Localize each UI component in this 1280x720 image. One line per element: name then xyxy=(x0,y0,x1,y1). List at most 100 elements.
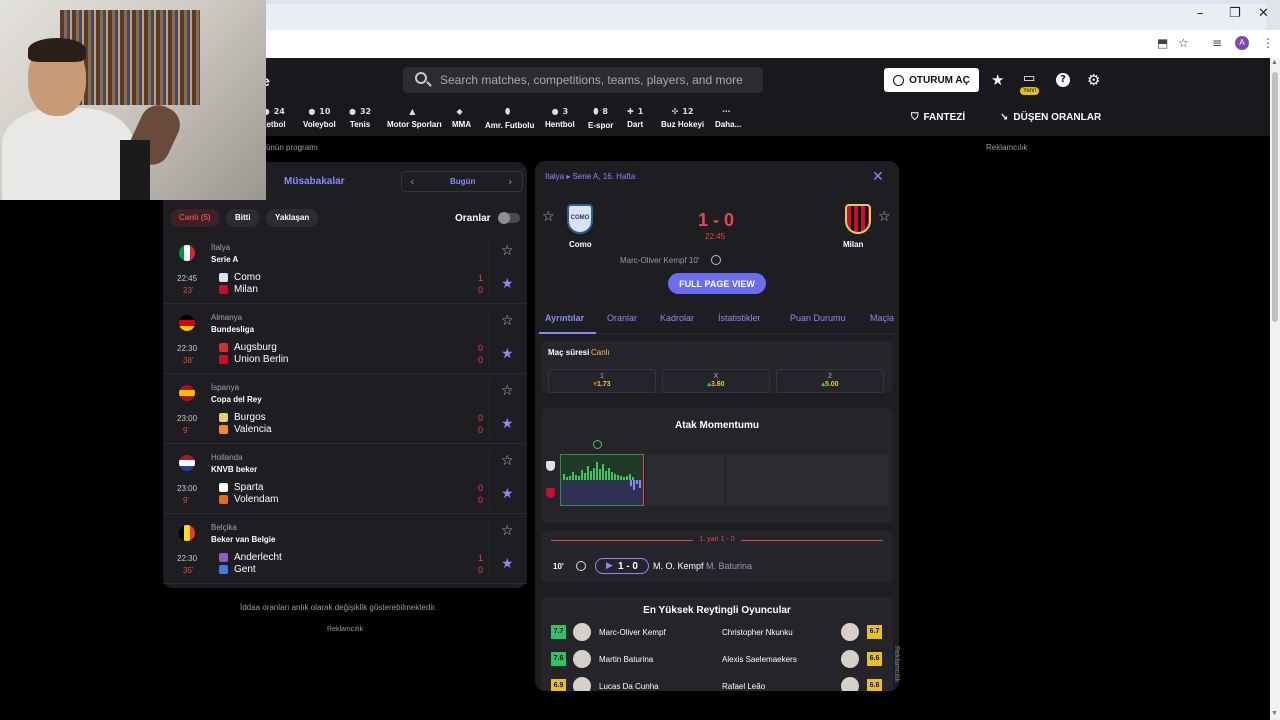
league-favorite-star-icon[interactable]: ☆ xyxy=(501,383,514,399)
close-icon[interactable]: ✕ xyxy=(872,169,884,185)
player-name[interactable]: Rafael Leão xyxy=(722,682,765,691)
team-row-home[interactable]: Como xyxy=(219,272,261,283)
filter-chip-1[interactable]: Bitti xyxy=(226,209,260,227)
away-favorite-star-icon[interactable]: ☆ xyxy=(878,209,891,225)
full-page-view-button[interactable]: FULL PAGE VIEW xyxy=(668,273,766,294)
help-icon[interactable]: ? xyxy=(1056,73,1070,87)
match-favorite-star-icon[interactable]: ★ xyxy=(501,556,514,572)
team-row-home[interactable]: Anderlecht xyxy=(219,552,282,563)
team-row-away[interactable]: Gent xyxy=(219,564,256,575)
team-logo xyxy=(219,285,228,294)
team-row-home[interactable]: Augsburg xyxy=(219,342,277,353)
player-avatar[interactable] xyxy=(573,623,591,641)
league-name[interactable]: Serie A xyxy=(211,255,238,264)
league-favorite-star-icon[interactable]: ☆ xyxy=(501,313,514,329)
sport-item[interactable]: ● 3 Hentbol xyxy=(545,107,575,129)
player-avatar[interactable] xyxy=(573,650,591,668)
bookmark-star-icon[interactable]: ☆ xyxy=(1178,36,1189,50)
favorites-star-icon[interactable]: ★ xyxy=(991,71,1004,89)
media-icon[interactable]: ≡ xyxy=(1212,36,1222,50)
install-icon[interactable]: ⬒ xyxy=(1157,36,1168,50)
search-icon xyxy=(415,72,427,84)
league-name[interactable]: Bundesliga xyxy=(211,325,254,334)
sport-item[interactable]: ● 32 Tenis xyxy=(349,107,371,129)
breadcrumb[interactable]: İtalya ▸ Serie A, 16. Hafta xyxy=(545,172,635,181)
player-avatar[interactable] xyxy=(841,650,859,668)
chevron-right-icon[interactable]: › xyxy=(508,175,512,188)
sport-item[interactable]: ✚ 1 Dart xyxy=(627,107,643,129)
sport-item[interactable]: ⋯ Daha... xyxy=(715,107,741,129)
team-row-away[interactable]: Valencia xyxy=(219,424,272,435)
scrollbar-thumb[interactable] xyxy=(1272,72,1278,322)
player-avatar[interactable] xyxy=(841,623,859,641)
sport-item[interactable]: ⬮ 8 E-spor xyxy=(588,107,613,130)
match-start-time: 23:00 xyxy=(177,484,198,493)
browser-tab[interactable] xyxy=(266,4,1266,30)
match-tab-4[interactable]: Puan Durumu xyxy=(790,313,846,323)
league-name[interactable]: KNVB beker xyxy=(211,465,257,474)
sport-count: 24 xyxy=(273,107,285,116)
match-favorite-star-icon[interactable]: ★ xyxy=(501,276,514,292)
minimize-icon[interactable]: – xyxy=(1197,6,1204,21)
team-row-away[interactable]: Volendam xyxy=(219,494,278,505)
odds-option-1[interactable]: 1 ▾1.73 xyxy=(548,369,656,393)
player-name[interactable]: Christopher Nkunku xyxy=(722,628,793,637)
player-avatar[interactable] xyxy=(841,677,859,691)
match-tab-2[interactable]: Kadrolar xyxy=(660,313,694,323)
match-favorite-star-icon[interactable]: ★ xyxy=(501,486,514,502)
search-input[interactable]: Search matches, competitions, teams, pla… xyxy=(403,67,763,93)
restore-icon[interactable]: ❐ xyxy=(1229,6,1241,21)
sport-item[interactable]: ● 10 Voleybol xyxy=(303,107,336,129)
match-favorite-star-icon[interactable]: ★ xyxy=(501,346,514,362)
player-name[interactable]: Alexis Saelemaekers xyxy=(722,655,797,664)
team-row-away[interactable]: Milan xyxy=(219,284,258,295)
home-team-name[interactable]: Como xyxy=(569,240,592,249)
date-label: Bugün xyxy=(450,177,476,186)
player-name[interactable]: Marc-Oliver Kempf xyxy=(599,628,666,637)
program-link[interactable]: ünün programı xyxy=(266,143,318,152)
sport-item[interactable]: ◆ MMA xyxy=(452,107,471,129)
scroll-up-icon[interactable]: ▲ xyxy=(1271,59,1278,66)
fantasy-link[interactable]: ⛉ FANTEZİ xyxy=(911,112,965,123)
away-team-name[interactable]: Milan xyxy=(843,240,863,249)
player-name[interactable]: Lucas Da Cunha xyxy=(599,682,659,691)
match-tab-5[interactable]: Maçla xyxy=(870,313,894,323)
menu-icon[interactable]: ⋮ xyxy=(1262,36,1274,50)
filter-chip-2[interactable]: Yaklaşan xyxy=(266,209,319,227)
league-favorite-star-icon[interactable]: ☆ xyxy=(501,453,514,469)
close-window-icon[interactable]: ✕ xyxy=(1258,6,1269,21)
match-favorite-star-icon[interactable]: ★ xyxy=(501,416,514,432)
scroll-down-icon[interactable]: ▼ xyxy=(1271,710,1278,717)
tab-matches[interactable]: Müsabakalar xyxy=(284,176,345,187)
momentum-bar-home xyxy=(590,471,592,480)
match-tab-0[interactable]: Ayrıntılar xyxy=(545,313,584,323)
tv-icon[interactable]: ▭ xyxy=(1023,71,1035,86)
login-button[interactable]: OTURUM AÇ xyxy=(884,68,979,92)
match-tab-3[interactable]: İstatistikler xyxy=(718,313,761,323)
sport-item[interactable]: ✣ 12 Buz Hokeyi xyxy=(661,107,704,129)
league-favorite-star-icon[interactable]: ☆ xyxy=(501,523,514,539)
date-selector[interactable]: ‹ Bugün › xyxy=(401,171,523,192)
event-score-pill[interactable]: ▶ 1 - 0 xyxy=(595,558,649,574)
odds-option-X[interactable]: X ▴3.60 xyxy=(662,369,770,393)
dropping-odds-link[interactable]: ↘ DÜŞEN ORANLAR xyxy=(1000,112,1101,123)
team-row-home[interactable]: Burgos xyxy=(219,412,266,423)
league-name[interactable]: Copa del Rey xyxy=(211,395,262,404)
team-row-away[interactable]: Union Berlin xyxy=(219,354,288,365)
odds-option-2[interactable]: 2 ▴5.00 xyxy=(776,369,884,393)
filter-chip-0[interactable]: Canlı (5) xyxy=(170,209,220,227)
sport-item[interactable]: ⬮ Amr. Futbolu xyxy=(485,107,534,130)
player-name[interactable]: Martin Baturina xyxy=(599,655,653,664)
profile-avatar[interactable]: A xyxy=(1235,36,1249,50)
match-minute: 9' xyxy=(183,426,189,435)
team-row-home[interactable]: Sparta xyxy=(219,482,263,493)
settings-gear-icon[interactable]: ⚙ xyxy=(1087,71,1100,89)
sport-item[interactable]: ▲ Motor Sporları xyxy=(387,107,442,129)
player-avatar[interactable] xyxy=(573,677,591,691)
league-name[interactable]: Beker van Belgie xyxy=(211,535,275,544)
league-favorite-star-icon[interactable]: ☆ xyxy=(501,243,514,259)
odds-toggle[interactable] xyxy=(498,212,520,224)
match-tab-1[interactable]: Oranlar xyxy=(607,313,637,323)
home-favorite-star-icon[interactable]: ☆ xyxy=(542,209,555,225)
chevron-left-icon[interactable]: ‹ xyxy=(410,175,414,188)
